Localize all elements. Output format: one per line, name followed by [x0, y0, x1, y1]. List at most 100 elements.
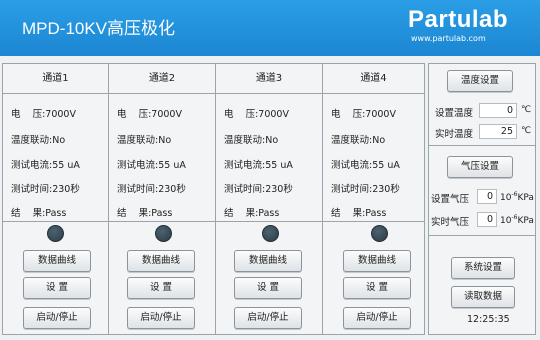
time-row: 测试时间:230秒 [331, 181, 400, 195]
channel-title: 通道2 [109, 64, 215, 94]
result-row: 结 果:Pass [224, 205, 279, 219]
start-stop-button[interactable]: 启动/停止 [127, 307, 195, 329]
current-label: 测试电流 [331, 160, 370, 171]
result-label: 结 果 [117, 208, 149, 219]
temp-link-value: No [372, 135, 386, 146]
time-value: 230秒 [52, 184, 80, 195]
unit-base: 10 [500, 193, 512, 203]
time-label: 测试时间 [117, 184, 156, 195]
current-value: 55 uA [265, 160, 293, 171]
divider [429, 145, 535, 146]
voltage-value: 7000V [151, 109, 182, 120]
pressure-unit: 10-6KPa [500, 214, 534, 226]
time-label: 测试时间 [11, 184, 50, 195]
temp-link-row: 温度联动:No [117, 132, 171, 146]
current-row: 测试电流:55 uA [224, 157, 293, 171]
current-row: 测试电流:55 uA [331, 157, 400, 171]
voltage-value: 7000V [365, 109, 396, 120]
set-temp-label: 设置温度 [435, 108, 474, 119]
unit-kpa: KPa [517, 216, 534, 226]
time-value: 230秒 [265, 184, 293, 195]
current-value: 55 uA [52, 160, 80, 171]
divider [429, 235, 535, 236]
temp-unit: ℃ [521, 105, 532, 115]
settings-button[interactable]: 设 置 [127, 277, 195, 299]
app-title: MPD-10KV高压极化 [22, 19, 176, 38]
channel-3: 通道3 电 压:7000V 温度联动:No 测试电流:55 uA 测试时间:23… [216, 64, 323, 334]
channel-4: 通道4 电 压:7000V 温度联动:No 测试电流:55 uA 测试时间:23… [323, 64, 424, 334]
current-label: 测试电流 [117, 160, 156, 171]
channel-1: 通道1 电 压:7000V 温度联动:No 测试电流:55 uA 测试时间:23… [3, 64, 109, 334]
app-header: MPD-10KV高压极化 Partulab www.partulab.com [0, 0, 540, 56]
voltage-row: 电 压:7000V [11, 106, 76, 120]
temp-link-row: 温度联动:No [331, 132, 385, 146]
set-temp-field[interactable]: 0 [479, 103, 517, 118]
time-row: 测试时间:230秒 [11, 181, 80, 195]
time-label: 测试时间 [224, 184, 263, 195]
result-row: 结 果:Pass [11, 205, 66, 219]
data-curve-button[interactable]: 数据曲线 [234, 250, 302, 272]
temp-link-row: 温度联动:No [11, 132, 65, 146]
voltage-label: 电 压 [331, 109, 363, 120]
start-stop-button[interactable]: 启动/停止 [23, 307, 91, 329]
time-row: 测试时间:230秒 [117, 181, 186, 195]
result-value: Pass [365, 208, 387, 219]
channel-title: 通道1 [3, 64, 108, 94]
settings-button[interactable]: 设 置 [23, 277, 91, 299]
temp-link-value: No [158, 135, 172, 146]
real-pressure-field: 0 [477, 212, 497, 227]
temp-link-row: 温度联动:No [224, 132, 278, 146]
result-label: 结 果 [224, 208, 256, 219]
pressure-settings-button[interactable]: 气压设置 [447, 156, 513, 178]
result-value: Pass [45, 208, 67, 219]
voltage-row: 电 压:7000V [331, 106, 396, 120]
temp-unit: ℃ [521, 126, 532, 136]
set-pressure-field[interactable]: 0 [477, 189, 497, 204]
real-temp-label: 实时温度 [435, 129, 474, 140]
voltage-value: 7000V [258, 109, 289, 120]
divider [3, 221, 108, 222]
data-curve-button[interactable]: 数据曲线 [127, 250, 195, 272]
channel-title: 通道4 [323, 64, 424, 94]
temp-settings-button[interactable]: 温度设置 [447, 70, 513, 92]
read-data-button[interactable]: 读取数据 [451, 286, 515, 308]
result-label: 结 果 [331, 208, 363, 219]
divider [323, 221, 424, 222]
settings-button[interactable]: 设 置 [343, 277, 411, 299]
start-stop-button[interactable]: 启动/停止 [234, 307, 302, 329]
time-row: 测试时间:230秒 [224, 181, 293, 195]
current-value: 55 uA [158, 160, 186, 171]
system-settings-button[interactable]: 系统设置 [451, 257, 515, 279]
status-led [371, 225, 388, 242]
clock: 12:25:35 [467, 314, 510, 325]
current-label: 测试电流 [224, 160, 263, 171]
voltage-value: 7000V [45, 109, 76, 120]
settings-button[interactable]: 设 置 [234, 277, 302, 299]
channel-title: 通道3 [216, 64, 322, 94]
status-led [262, 225, 279, 242]
voltage-row: 电 压:7000V [117, 106, 182, 120]
brand-logo: Partulab www.partulab.com [408, 6, 508, 44]
temp-link-label: 温度联动 [224, 135, 263, 146]
unit-base: 10 [500, 216, 512, 226]
result-value: Pass [151, 208, 173, 219]
time-value: 230秒 [158, 184, 186, 195]
real-pressure-label: 实时气压 [431, 217, 470, 228]
data-curve-button[interactable]: 数据曲线 [23, 250, 91, 272]
data-curve-button[interactable]: 数据曲线 [343, 250, 411, 272]
channel-2: 通道2 电 压:7000V 温度联动:No 测试电流:55 uA 测试时间:23… [109, 64, 216, 334]
divider [216, 221, 322, 222]
current-row: 测试电流:55 uA [117, 157, 186, 171]
brand-site: www.partulab.com [411, 34, 486, 43]
status-led [47, 225, 64, 242]
result-value: Pass [258, 208, 280, 219]
pressure-unit: 10-6KPa [500, 191, 534, 203]
real-temp-field: 25 [479, 124, 517, 139]
voltage-label: 电 压 [224, 109, 256, 120]
side-panel: 温度设置 设置温度 0 ℃ 实时温度 25 ℃ 气压设置 设置气压 0 10-6… [428, 63, 536, 335]
current-label: 测试电流 [11, 160, 50, 171]
status-led [155, 225, 172, 242]
start-stop-button[interactable]: 启动/停止 [343, 307, 411, 329]
result-label: 结 果 [11, 208, 43, 219]
time-value: 230秒 [372, 184, 400, 195]
